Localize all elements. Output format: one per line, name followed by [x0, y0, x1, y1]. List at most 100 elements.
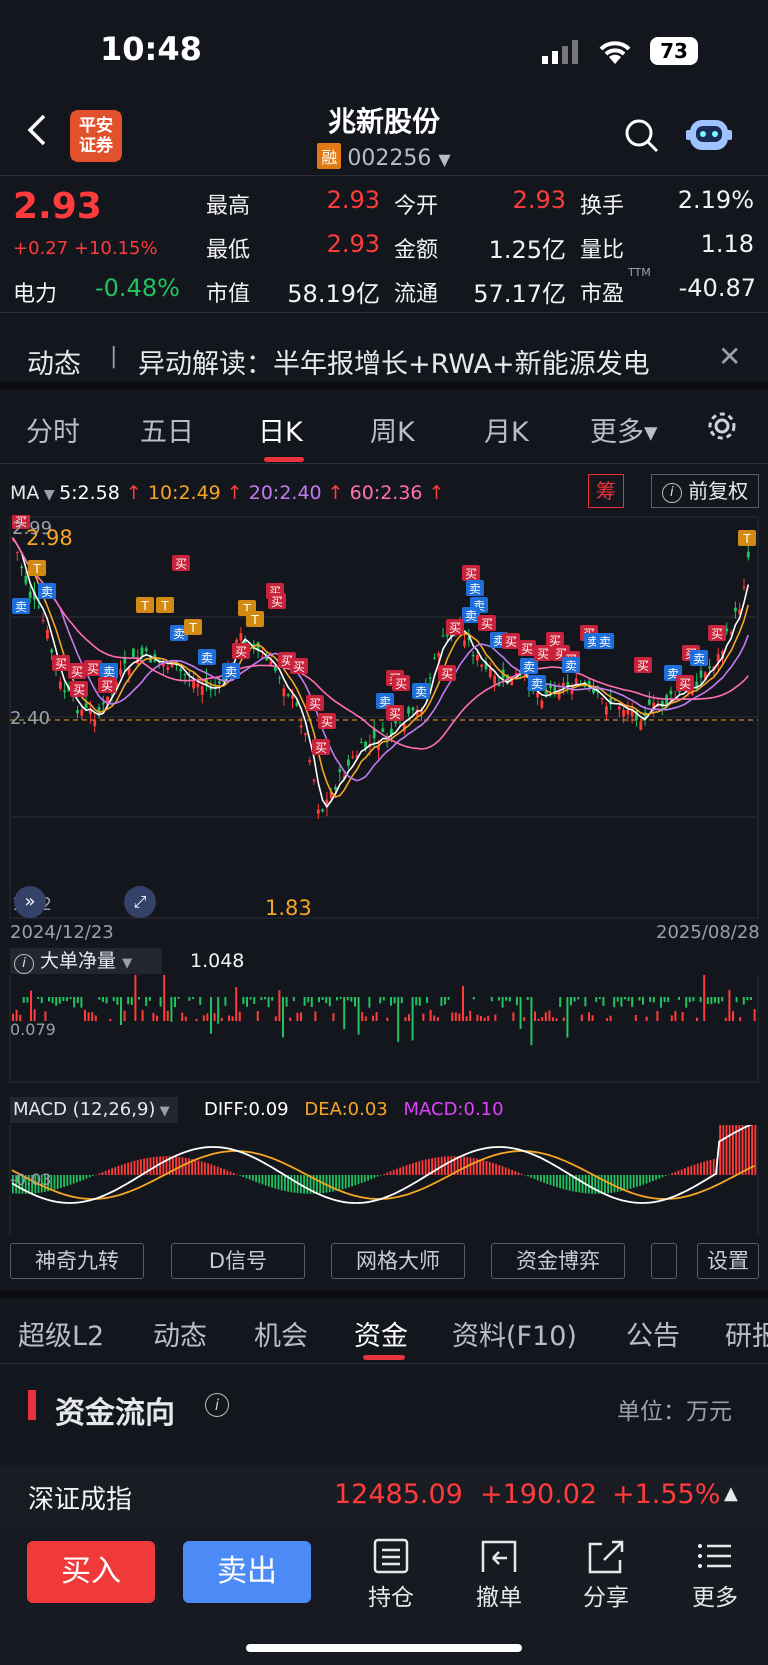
news-ticker[interactable]: 动态 | 异动解读：半年报增长+RWA+新能源发电 ✕: [0, 330, 768, 382]
expand-icon[interactable]: »: [14, 886, 46, 918]
tab-intraday[interactable]: 分时: [26, 410, 80, 449]
tab-super-l2[interactable]: 超级L2: [18, 1314, 104, 1353]
tab-weekly-k[interactable]: 周K: [370, 410, 415, 449]
macd-header[interactable]: MACD (12,26,9) ▼: [10, 1097, 178, 1123]
macd-bar: [399, 1167, 401, 1175]
chevron-up-icon[interactable]: ▲: [724, 1483, 738, 1504]
tab-daily-k[interactable]: 日K: [258, 410, 303, 449]
ma-label[interactable]: MA: [10, 482, 39, 504]
share-nav[interactable]: 分享: [566, 1538, 646, 1612]
tab-profile-f10[interactable]: 资料(F10): [452, 1314, 577, 1353]
buy-marker-label: 买: [389, 707, 401, 721]
bigorder-bar: [458, 1013, 461, 1021]
close-icon[interactable]: ✕: [718, 340, 741, 373]
kline-chart[interactable]: 买T卖卖买买买卖买买买TT卖T卖卖买TT买买买买买买买买买卖买卖买买卖卖卖买买卖…: [0, 515, 768, 920]
bigorder-bar: [213, 1013, 216, 1021]
indicator-partial-button[interactable]: [651, 1243, 677, 1279]
buy-button[interactable]: 买入: [27, 1541, 155, 1603]
buy-marker-label: 买: [73, 683, 85, 697]
battery-icon: 73: [650, 37, 698, 65]
info-icon[interactable]: i: [205, 1393, 229, 1417]
bigorder-chart: [9, 975, 759, 1083]
candle-body: [493, 675, 496, 685]
macd-values: DIFF:0.09 DEA:0.03 MACD:0.10: [204, 1099, 504, 1120]
candle-body: [471, 654, 475, 657]
bigorder-bar: [613, 997, 616, 1008]
tab-announcements[interactable]: 公告: [626, 1314, 680, 1353]
macd-bar: [216, 1166, 219, 1175]
macd-bar: [373, 1175, 376, 1178]
sell-button[interactable]: 卖出: [183, 1541, 311, 1603]
fullscreen-icon[interactable]: ⤢: [124, 886, 156, 918]
bigorder-bar: [192, 997, 194, 999]
tab-more[interactable]: 更多▾: [590, 410, 658, 449]
indicator-grid-button[interactable]: 网格大师: [331, 1243, 465, 1279]
tab-five-day[interactable]: 五日: [140, 410, 194, 449]
macd-bar: [469, 1157, 472, 1175]
bigorder-bar: [397, 997, 400, 1042]
high-label: 最高: [206, 194, 251, 219]
tab-monthly-k[interactable]: 月K: [484, 410, 529, 449]
candle-body: [570, 689, 574, 695]
bigorder-header[interactable]: i 大单净量 ▼: [10, 948, 162, 974]
bigorder-bar: [498, 997, 500, 1001]
sell-marker-label: 卖: [415, 685, 427, 699]
holdings-nav[interactable]: 持仓: [351, 1538, 431, 1612]
indicator-nine-turn-button[interactable]: 神奇九转: [10, 1243, 144, 1279]
sell-marker-label: 卖: [103, 665, 115, 679]
settings-gear-icon[interactable]: [706, 410, 738, 446]
sell-marker-label: 卖: [565, 659, 577, 673]
bigorder-bar: [472, 997, 475, 1000]
macd-bar: [344, 1175, 347, 1189]
bigorder-bar: [325, 997, 328, 1004]
cancel-order-nav[interactable]: 撤单: [459, 1538, 539, 1612]
indicator-settings-button[interactable]: 设置: [697, 1243, 759, 1279]
candle-body: [411, 707, 415, 711]
adjust-button[interactable]: i 前复权: [651, 474, 759, 508]
low-value: 2.93: [326, 230, 380, 258]
macd-dea: DEA:0.03: [304, 1099, 388, 1120]
bigorder-bar: [120, 997, 122, 1026]
indicator-fund-game-button[interactable]: 资金博弈: [491, 1243, 625, 1279]
sell-marker-label: 卖: [465, 609, 477, 623]
bigorder-bar: [469, 1010, 472, 1021]
macd-bar: [79, 1175, 81, 1182]
power-value: -0.48%: [95, 274, 180, 302]
more-nav[interactable]: 更多: [675, 1538, 755, 1612]
tab-research[interactable]: 研报: [725, 1314, 768, 1353]
search-icon[interactable]: [624, 118, 660, 158]
bigorder-bar: [577, 997, 580, 1000]
indicator-d-signal-button[interactable]: D信号: [171, 1243, 305, 1279]
bigorder-bar: [487, 1015, 490, 1021]
macd-bar: [239, 1175, 241, 1176]
chip-button[interactable]: 筹: [588, 474, 624, 508]
margin-badge: 融: [317, 143, 342, 169]
macd-bar: [85, 1175, 88, 1179]
macd-bar: [700, 1162, 702, 1175]
bigorder-bar: [616, 997, 619, 1002]
index-ticker[interactable]: 深证成指 12485.09 +190.02 +1.55% ▲: [0, 1465, 768, 1525]
macd-bar: [645, 1175, 648, 1184]
bigorder-bar: [620, 997, 623, 1007]
float-label: 流通: [394, 282, 439, 307]
candle-body: [536, 692, 539, 698]
robot-assistant-icon[interactable]: [686, 114, 732, 158]
tab-dynamics[interactable]: 动态: [153, 1314, 207, 1353]
macd-bar: [127, 1162, 129, 1175]
macd-bar: [245, 1175, 248, 1179]
bigorder-bar: [566, 997, 569, 1038]
macd-bar: [744, 1125, 747, 1175]
macd-bar: [360, 1175, 363, 1183]
tab-funds[interactable]: 资金: [354, 1314, 408, 1353]
candle-body: [278, 677, 281, 679]
macd-bar: [405, 1165, 408, 1175]
macd-bar: [447, 1156, 449, 1175]
macd-bar: [728, 1125, 731, 1175]
tab-opportunity[interactable]: 机会: [254, 1314, 308, 1353]
macd-bar: [741, 1125, 744, 1175]
bigorder-bar: [544, 1012, 547, 1021]
cancel-order-label: 撤单: [476, 1585, 522, 1611]
macd-bar: [98, 1173, 101, 1175]
section-tabs: 超级L2 动态 机会 资金 资料(F10) 公告 研报: [0, 1310, 768, 1360]
macd-bar: [600, 1175, 603, 1194]
